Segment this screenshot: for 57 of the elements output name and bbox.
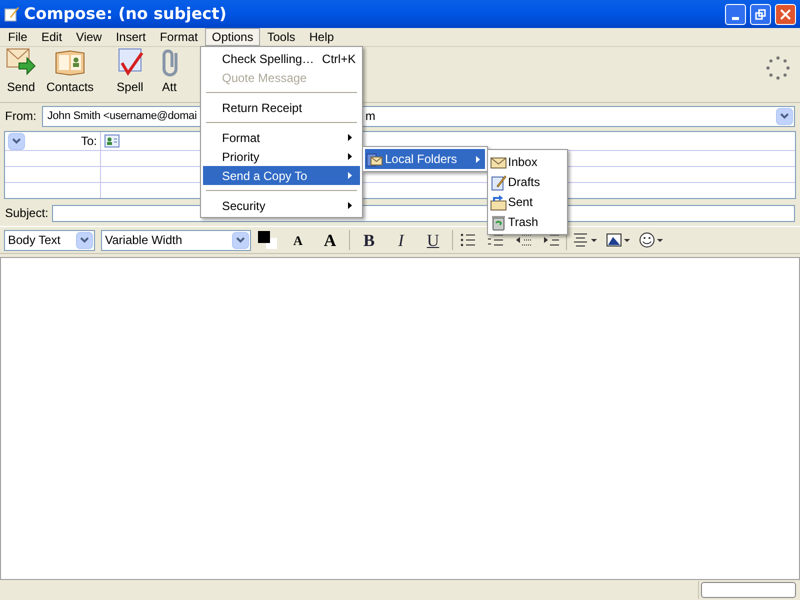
text-color-icon[interactable] [257,230,279,250]
menu-item[interactable]: Edit [34,28,70,46]
bullet-list-icon[interactable] [459,231,476,249]
chevron-down-icon [780,113,789,119]
italic-button[interactable]: I [388,232,414,248]
submenu-arrow-icon [476,156,480,162]
menu-item[interactable]: View [69,28,109,46]
restore-button[interactable] [750,4,771,24]
menu-item[interactable]: Tools [260,28,302,46]
menu-option[interactable]: Priority [203,147,360,166]
menu-option[interactable]: Security [203,196,360,215]
minimize-button[interactable] [725,4,746,24]
font-dropdown[interactable]: Variable Width [101,230,251,250]
contact-card-icon [104,134,120,148]
throbber-icon [766,56,790,80]
insert-image-icon[interactable] [606,231,631,249]
menu-item[interactable]: Help [302,28,341,46]
menu-option[interactable]: Drafts [490,172,565,192]
toolbar-button[interactable]: Spell [100,47,160,96]
toolbar-button[interactable]: Send [2,47,40,96]
menu-option[interactable]: Inbox [490,152,565,172]
smiley-icon[interactable] [639,231,664,249]
pencil-paper-icon [4,6,20,22]
restore-icon [755,8,766,20]
window-title: Compose: (no subject) [24,3,227,25]
menu-item[interactable]: Options [204,28,260,46]
chevron-down-icon [80,237,89,243]
envelope-arrow-icon [5,47,37,77]
trash-can-icon [490,214,507,230]
paperclip-icon [162,47,180,77]
paragraph-style-dropdown[interactable]: Body Text [4,230,95,250]
menu-option[interactable]: Format [203,128,360,147]
pencil-paper-icon [490,174,507,190]
smaller-text-button[interactable]: A [285,234,311,246]
folder-envelope-icon [366,150,383,168]
menu-option[interactable]: Send a Copy To [203,166,360,185]
chevron-down-icon [236,237,245,243]
menu-item[interactable]: File [1,28,34,46]
subject-label: Subject: [5,205,48,222]
address-type-dropdown[interactable] [8,132,25,150]
menu-item[interactable]: Format [152,28,205,46]
toolbar-button[interactable]: Contacts [40,47,100,96]
underline-button[interactable]: U [420,232,446,248]
close-button[interactable] [775,4,796,24]
dropdown-button[interactable] [776,108,793,124]
chevron-down-icon [12,138,21,144]
larger-text-button[interactable]: A [317,232,343,248]
menu-option[interactable]: Sent [490,192,565,212]
menu-item[interactable]: Insert [108,28,153,46]
address-type-label[interactable]: To: [80,132,97,150]
bold-button[interactable]: B [356,232,382,248]
align-icon[interactable] [573,231,598,249]
menu-option[interactable]: Local Folders [365,149,485,169]
sent-envelope-icon [490,194,507,210]
close-icon [780,8,791,20]
from-label: From: [5,108,36,125]
menu-option[interactable]: Trash [490,212,565,232]
